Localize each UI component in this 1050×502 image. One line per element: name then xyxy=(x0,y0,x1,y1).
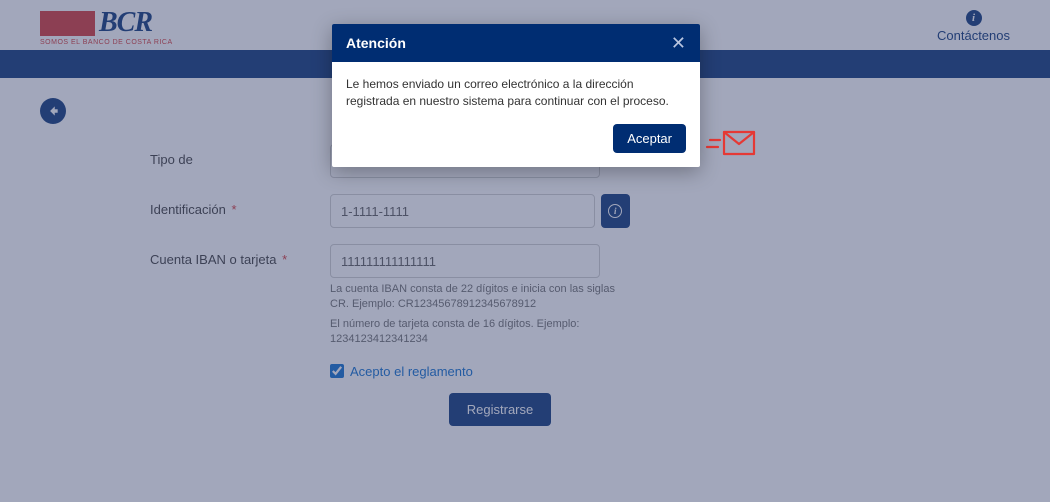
atencion-modal: Atención ✕ Le hemos enviado un correo el… xyxy=(332,24,700,167)
modal-body: Le hemos enviado un correo electrónico a… xyxy=(332,62,700,124)
mail-illustration xyxy=(704,128,758,167)
modal-header: Atención ✕ xyxy=(332,24,700,62)
modal-footer: Aceptar xyxy=(332,124,700,167)
modal-title: Atención xyxy=(346,35,406,51)
modal-close-button[interactable]: ✕ xyxy=(671,34,686,52)
aceptar-button[interactable]: Aceptar xyxy=(613,124,686,153)
close-icon: ✕ xyxy=(671,33,686,53)
